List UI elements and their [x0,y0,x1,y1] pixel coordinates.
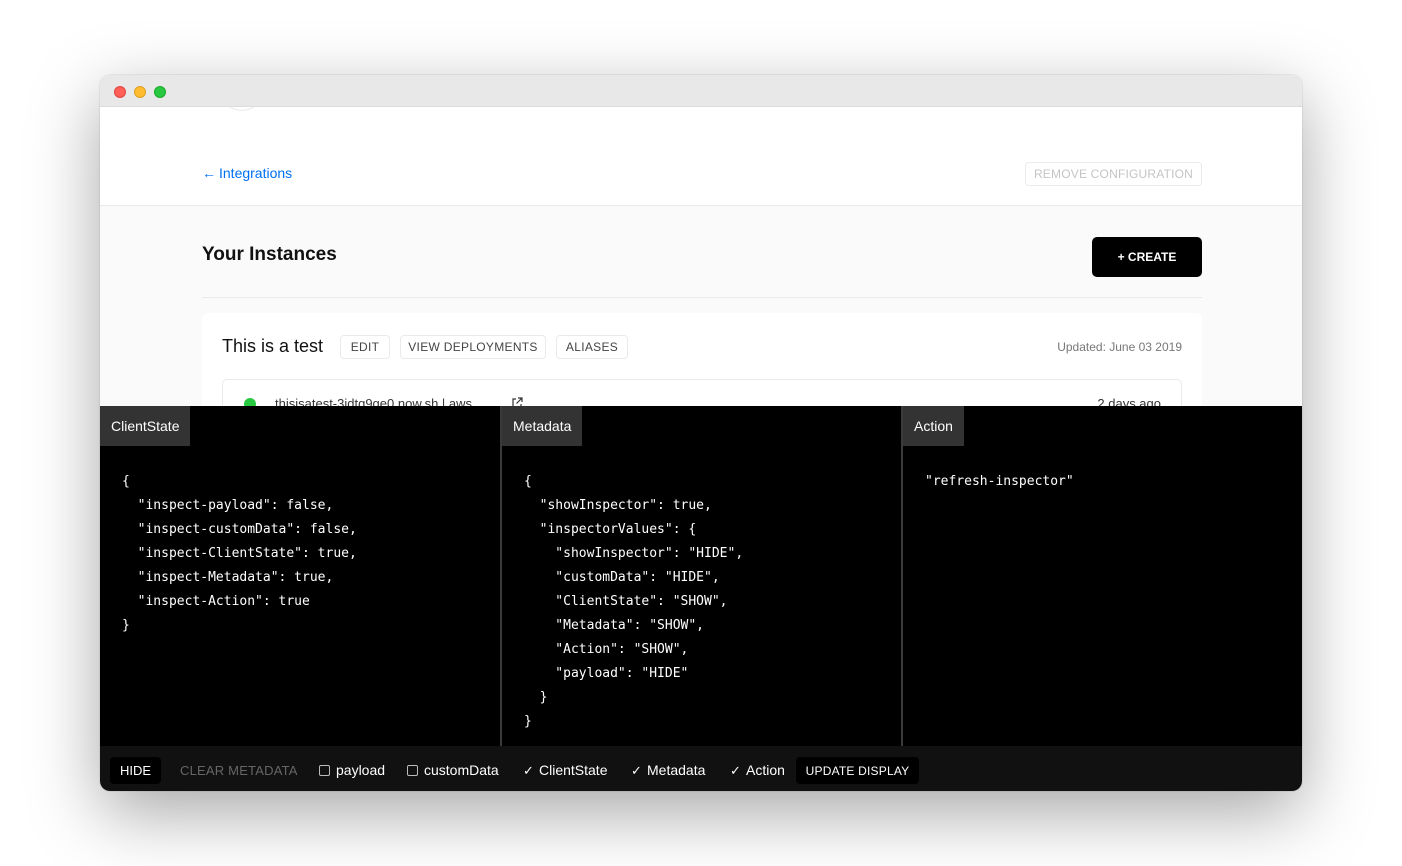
status-indicator [244,398,256,406]
metadata-json: { "showInspector": true, "inspectorValue… [524,474,744,729]
metadata-panel: Metadata { "showInspector": true, "inspe… [502,406,901,746]
checkmark-icon[interactable]: ✓ [523,764,534,777]
minimize-window-button[interactable] [134,86,146,98]
window-titlebar [100,75,1302,107]
clientstate-json: { "inspect-payload": false, "inspect-cus… [122,474,357,633]
aliases-button[interactable]: ALIASES [556,335,628,359]
deployment-row[interactable]: thisisatest-3idtg9ge0.now.sh | aws 2 day… [222,379,1182,406]
metadata-toggle[interactable]: ✓ Metadata [631,762,705,778]
metadata-tab: Metadata [502,406,583,446]
action-panel: Action "refresh-inspector" [903,406,1302,746]
page-title: Your Instances [202,244,337,265]
checkbox-unchecked-icon[interactable] [319,764,330,776]
inspector-panel: ClientState { "inspect-payload": false, … [100,406,1302,746]
page-header: ← Integrations REMOVE CONFIGURATION [100,107,1302,206]
divider [202,297,1202,298]
checkmark-icon[interactable]: ✓ [631,764,642,777]
clientstate-toggle[interactable]: ✓ ClientState [523,762,607,778]
close-window-button[interactable] [114,86,126,98]
inspector-toolbar: HIDE CLEAR METADATA payload customData ✓… [100,746,1302,791]
action-tab: Action [903,406,964,446]
clientstate-tab: ClientState [100,406,191,446]
integration-page: ← Integrations REMOVE CONFIGURATION Your … [100,107,1302,406]
back-to-integrations-link[interactable]: ← Integrations [202,165,292,181]
action-toggle[interactable]: ✓ Action [730,762,785,778]
action-json: "refresh-inspector" [925,474,1074,489]
browser-window: ← Integrations REMOVE CONFIGURATION Your … [100,75,1302,791]
maximize-window-button[interactable] [154,86,166,98]
updated-timestamp: Updated: June 03 2019 [1057,340,1182,354]
toggle-label: Metadata [647,762,706,778]
instance-title: This is a test [222,336,324,356]
edit-button[interactable]: EDIT [340,335,390,359]
hide-button[interactable]: HIDE [110,757,161,784]
toggle-label: ClientState [539,762,608,778]
update-display-button[interactable]: UPDATE DISPLAY [796,757,919,784]
arrow-left-icon: ← [202,165,216,181]
create-instance-button[interactable]: + CREATE [1092,237,1202,277]
back-link-label: Integrations [219,165,293,181]
deployment-url[interactable]: thisisatest-3idtg9ge0.now.sh | aws [275,396,472,406]
payload-toggle[interactable]: payload [319,762,385,778]
deployment-age: 2 days ago [1097,396,1161,406]
toggle-label: Action [746,762,785,778]
customdata-toggle[interactable]: customData [407,762,499,778]
avatar[interactable] [220,107,264,111]
view-deployments-button[interactable]: VIEW DEPLOYMENTS [400,335,546,359]
toggle-label: customData [424,762,499,778]
clientstate-panel: ClientState { "inspect-payload": false, … [100,406,500,746]
clear-metadata-button[interactable]: CLEAR METADATA [180,757,298,784]
instance-card: This is a test EDIT VIEW DEPLOYMENTS ALI… [202,313,1202,406]
remove-configuration-button[interactable]: REMOVE CONFIGURATION [1025,162,1202,186]
checkmark-icon[interactable]: ✓ [730,764,741,777]
toggle-label: payload [336,762,386,778]
checkbox-unchecked-icon[interactable] [407,764,418,776]
external-link-icon[interactable] [511,397,523,406]
